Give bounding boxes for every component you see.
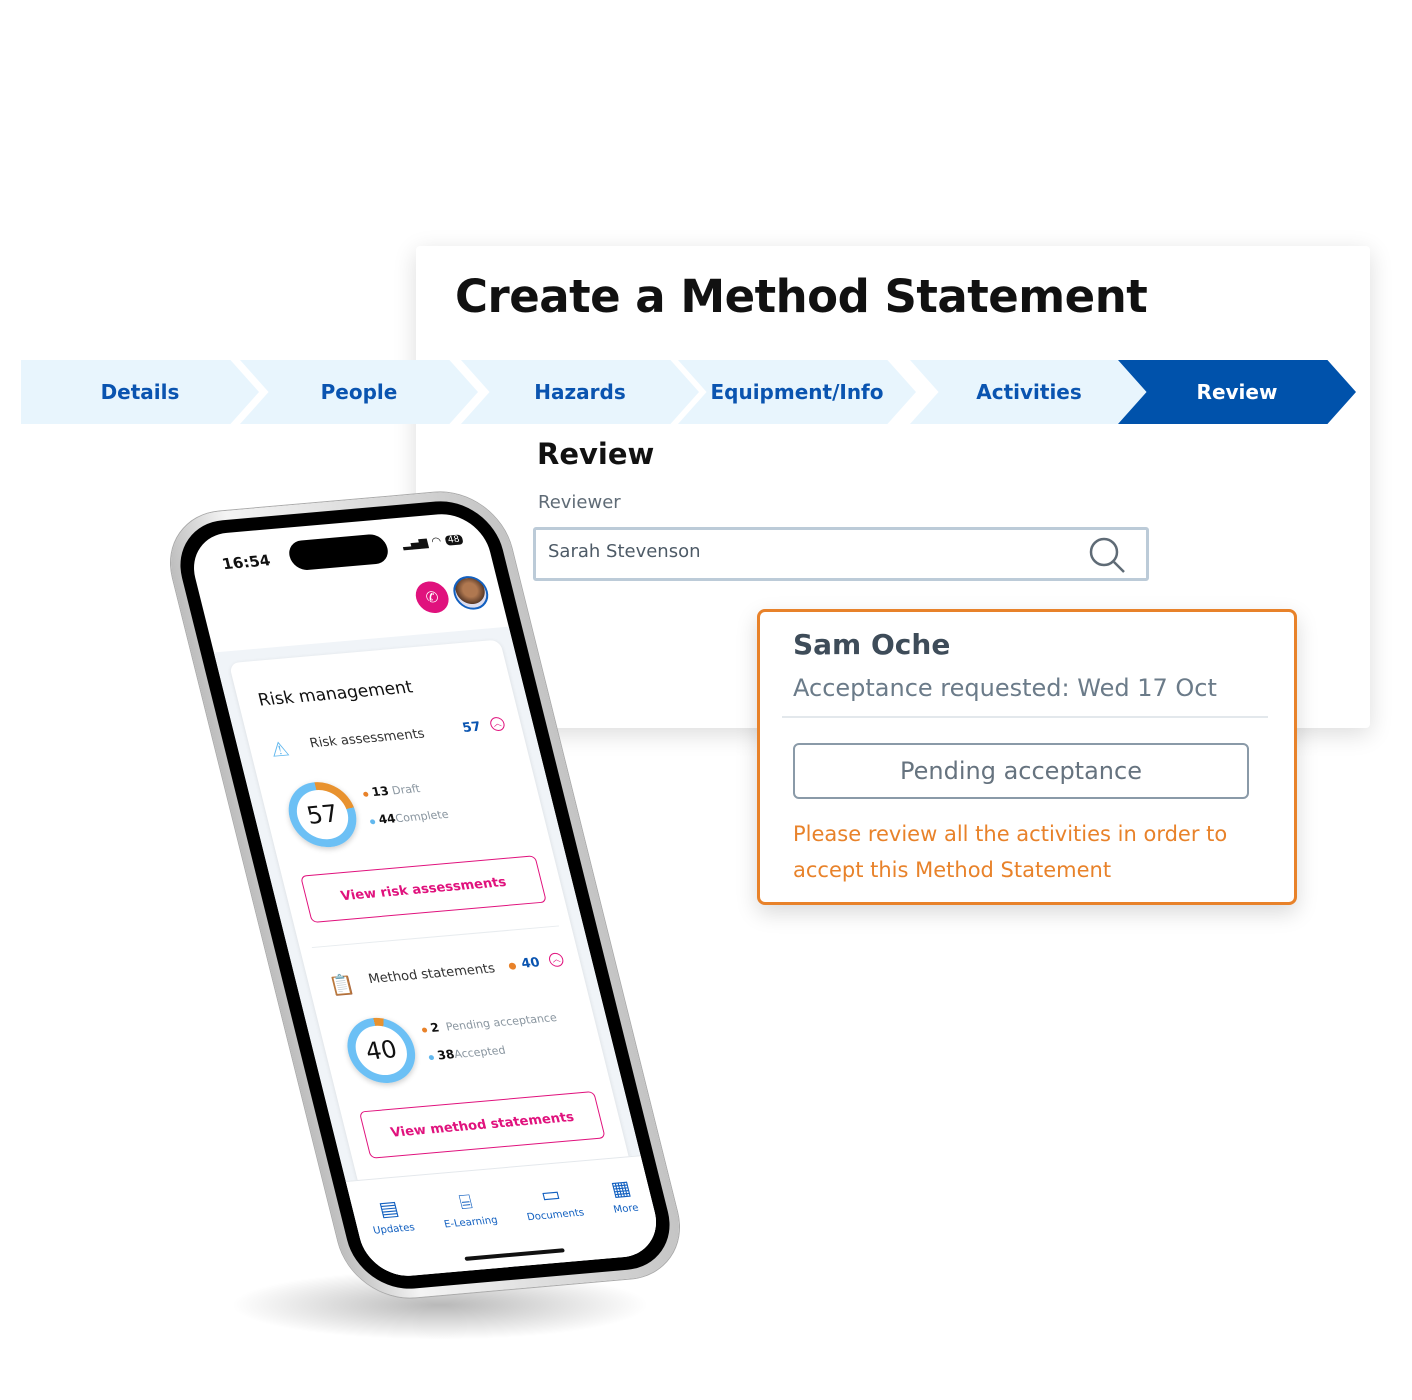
chevron-up-icon[interactable]: ︿ [547, 952, 565, 968]
reviewer-input[interactable] [548, 541, 1048, 562]
step-review[interactable]: Review [1118, 360, 1356, 424]
step-hazards[interactable]: Hazards [461, 360, 699, 424]
clipboard-icon: 📋 [326, 971, 358, 998]
view-risk-assessments-button[interactable]: View risk assessments [300, 855, 547, 923]
legend-pending: 2 Pending acceptance [420, 1010, 558, 1036]
method-statements-label: Method statements [366, 961, 497, 988]
battery-icon: 48 [443, 533, 464, 546]
avatar[interactable] [449, 574, 492, 612]
reviewer-label: Reviewer [538, 492, 621, 513]
method-statements-section: 📋 Method statements 40 ︿ 40 2 Pending ac… [307, 952, 606, 1159]
status-time: 16:54 [220, 551, 273, 574]
divider [782, 716, 1268, 718]
method-total: 40 [362, 1035, 400, 1066]
divider [311, 925, 560, 949]
pending-acceptance-button[interactable]: Pending acceptance [793, 743, 1249, 799]
method-donut: 40 [340, 1015, 423, 1086]
status-icons: ▂▄▆ ◠ 48 [400, 532, 464, 551]
pending-dot [508, 962, 517, 970]
risk-assessments-label: Risk assessments [308, 726, 427, 752]
page-title: Create a Method Statement [455, 270, 1148, 323]
signal-icon: ▂▄▆ [400, 535, 430, 551]
warning-icon: ⚠ [267, 736, 292, 762]
acceptance-requested-date: Acceptance requested: Wed 17 Oct [793, 674, 1217, 702]
reviewer-name: Sam Oche [793, 628, 951, 661]
newspaper-icon: ▤ [376, 1195, 402, 1221]
call-button[interactable]: ✆ [412, 580, 453, 615]
nav-more[interactable]: ▦ More [606, 1175, 651, 1257]
section-title: Risk management [256, 677, 415, 711]
legend-accepted: 38Accepted [427, 1043, 507, 1063]
reviewer-search-field[interactable] [533, 527, 1149, 581]
view-method-statements-button[interactable]: View method statements [358, 1091, 606, 1159]
step-activities[interactable]: Activities [910, 360, 1148, 424]
risk-donut: 57 [281, 779, 364, 850]
legend-complete: 44Complete [368, 807, 450, 828]
presentation-icon: ⌸ [456, 1189, 475, 1214]
risk-assessments-section: ⚠ Risk assessments 57 ︿ 57 13 Draft 44Co… [248, 716, 547, 923]
search-icon[interactable] [1088, 536, 1128, 576]
stepper: Details People Hazards Equipment/Info Ac… [21, 360, 1361, 424]
folder-icon: ▭ [538, 1181, 563, 1207]
step-details[interactable]: Details [21, 360, 259, 424]
nav-updates[interactable]: ▤ Updates [365, 1195, 426, 1278]
grid-icon: ▦ [608, 1175, 634, 1201]
risk-total: 57 [303, 799, 342, 830]
wifi-icon: ◠ [429, 534, 443, 548]
legend-draft: 13 Draft [361, 781, 421, 800]
review-warning: Please review all the activities in orde… [793, 822, 1228, 882]
review-heading: Review [537, 437, 655, 471]
reviewer-status-card: Sam Oche Acceptance requested: Wed 17 Oc… [757, 609, 1297, 905]
risk-count: 57 [460, 719, 483, 736]
dynamic-island [286, 533, 392, 572]
phone-call-icon: ✆ [423, 587, 441, 607]
step-people[interactable]: People [240, 360, 478, 424]
chevron-up-icon[interactable]: ︿ [488, 716, 507, 732]
method-count: 40 [519, 955, 542, 972]
step-equipment-info[interactable]: Equipment/Info [678, 360, 916, 424]
